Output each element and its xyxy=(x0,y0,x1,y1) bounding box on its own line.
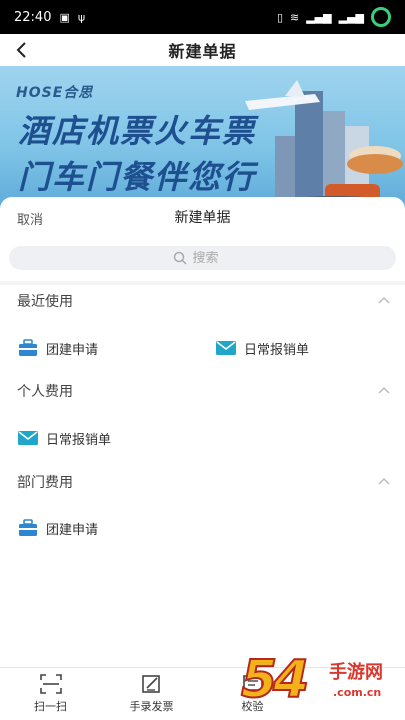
nav-label: 扫一扫 xyxy=(34,700,67,713)
search-input[interactable] xyxy=(192,250,233,266)
list-item-daily-expense[interactable]: 日常报销单 xyxy=(216,336,309,360)
page-title: 新建单据 xyxy=(168,42,237,61)
section-personal[interactable]: 个人费用 xyxy=(0,376,405,406)
vibrate-icon: ▯ xyxy=(276,10,283,24)
list-item-team-building[interactable]: 团建申请 xyxy=(18,516,98,540)
watermark-number: 54 xyxy=(240,649,310,711)
sheet-title: 新建单据 xyxy=(174,210,231,226)
wifi-icon: ≋ xyxy=(290,10,300,24)
back-arrow-icon[interactable] xyxy=(12,40,32,60)
nav-manual-invoice[interactable]: 手录发票 xyxy=(101,668,202,720)
chevron-up-icon[interactable] xyxy=(377,384,391,398)
watermark-url: .com.cn xyxy=(333,686,382,699)
battery-icon xyxy=(371,7,391,27)
briefcase-icon xyxy=(19,339,37,356)
watermark-text: 手游网 xyxy=(329,662,383,683)
chevron-up-icon[interactable] xyxy=(377,475,391,489)
mail-icon xyxy=(216,341,236,355)
scan-icon xyxy=(39,674,62,694)
list-item-label: 日常报销单 xyxy=(46,432,112,448)
banner-logo: HOSE合思 xyxy=(16,85,94,101)
section-recent[interactable]: 最近使用 xyxy=(0,286,405,316)
list-item-daily-expense[interactable]: 日常报销单 xyxy=(18,426,111,450)
list-item-label: 团建申请 xyxy=(46,342,99,358)
cancel-button[interactable]: 取消 xyxy=(17,209,43,228)
search-icon xyxy=(173,251,187,265)
briefcase-icon xyxy=(19,519,37,536)
app-header: 新建单据 xyxy=(0,34,405,66)
list-item-label: 日常报销单 xyxy=(244,342,310,358)
list-item-team-building[interactable]: 团建申请 xyxy=(18,336,98,360)
new-document-sheet: 取消 新建单据 最近使用 团建申请 日常报销单 个人费用 xyxy=(0,197,405,667)
site-watermark: 54 手游网 .com.cn xyxy=(240,649,401,714)
status-bar: 22:40 ▣ ψ ▯ ≋ ▂▄▆ ▂▄▆ xyxy=(0,0,405,34)
status-time: 22:40 xyxy=(14,9,52,25)
section-label: 最近使用 xyxy=(17,294,73,310)
banner-illustration xyxy=(245,80,403,216)
section-label: 部门费用 xyxy=(17,475,73,491)
banner-headline-2: 门车门餐伴您行 xyxy=(18,158,257,196)
promo-banner[interactable]: HOSE合思 酒店机票火车票 门车门餐伴您行 xyxy=(0,66,405,216)
nav-scan[interactable]: 扫一扫 xyxy=(0,668,101,720)
usb-icon: ψ xyxy=(77,10,86,24)
section-label: 个人费用 xyxy=(17,384,73,400)
nav-label: 手录发票 xyxy=(129,700,174,713)
chevron-up-icon[interactable] xyxy=(377,294,391,308)
mail-icon xyxy=(18,431,38,445)
signal-icon-2: ▂▄▆ xyxy=(338,10,364,24)
signal-icon: ▂▄▆ xyxy=(306,10,332,24)
banner-headline-1: 酒店机票火车票 xyxy=(18,112,257,150)
edit-invoice-icon xyxy=(141,675,160,693)
list-item-label: 团建申请 xyxy=(46,522,99,538)
sheet-header: 取消 新建单据 xyxy=(0,197,405,237)
section-department[interactable]: 部门费用 xyxy=(0,467,405,497)
section-divider xyxy=(0,281,405,285)
search-bar[interactable] xyxy=(9,246,396,270)
notification-icon: ▣ xyxy=(59,10,70,24)
